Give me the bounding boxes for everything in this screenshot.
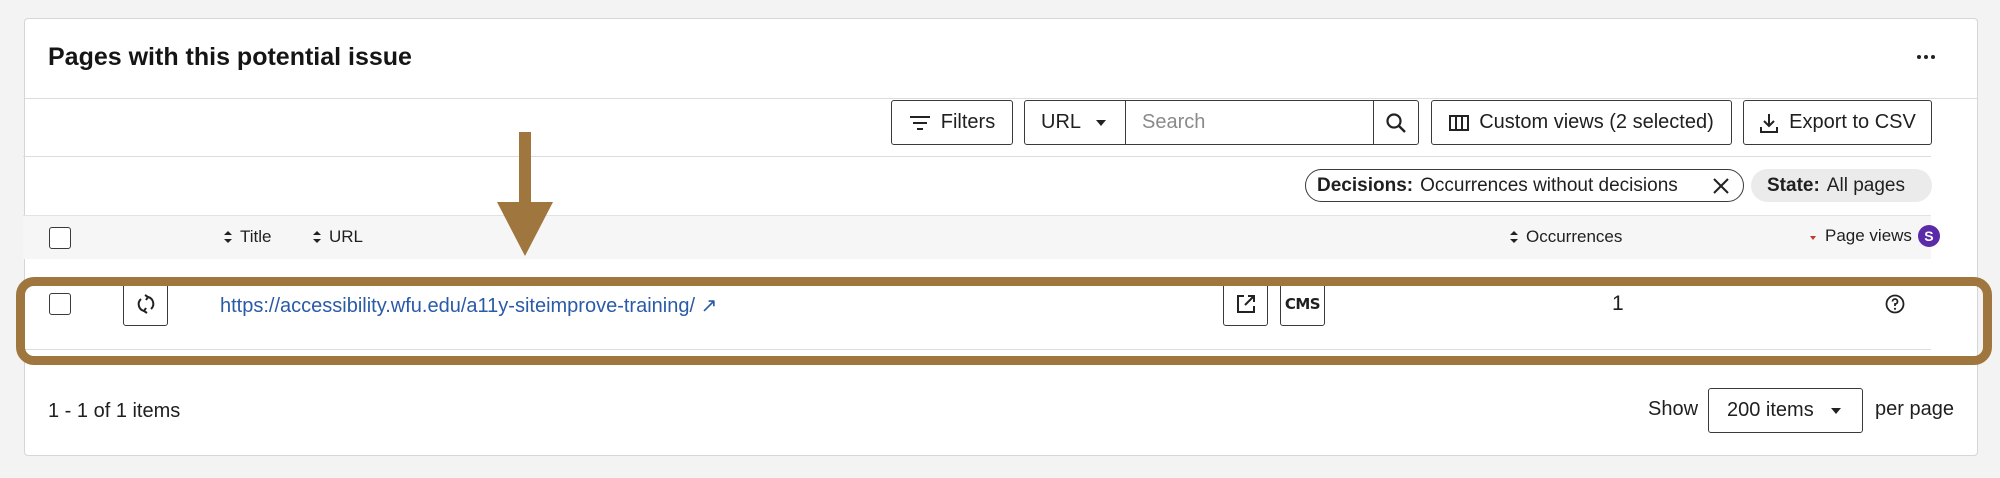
page-url-text: https://accessibility.wfu.edu/a11y-sitei… xyxy=(220,295,696,317)
page-size-value: 200 items xyxy=(1727,399,1814,421)
state-filter-chip[interactable]: State: All pages xyxy=(1751,169,1932,202)
search-button[interactable] xyxy=(1373,100,1419,145)
column-header-title[interactable]: Title xyxy=(224,227,272,247)
help-circle-icon[interactable] xyxy=(1885,294,1905,314)
download-icon xyxy=(1760,113,1779,133)
pagination-summary: 1 - 1 of 1 items xyxy=(48,400,181,422)
occurrences-value: 1 xyxy=(1612,292,1624,315)
caret-down-icon xyxy=(1096,119,1107,126)
recheck-button[interactable] xyxy=(123,281,168,326)
siteimprove-badge: S xyxy=(1917,225,1940,247)
decisions-chip-value: Occurrences without decisions xyxy=(1420,174,1678,196)
toolbar-divider xyxy=(23,156,1931,157)
sort-icon xyxy=(1510,231,1518,243)
column-header-page-views[interactable]: Page views S xyxy=(1809,225,1940,247)
column-title-label: Title xyxy=(240,227,272,246)
card-title: Pages with this potential issue xyxy=(48,43,412,71)
open-external-icon xyxy=(1236,294,1255,313)
close-icon[interactable] xyxy=(1712,177,1730,195)
table-row: https://accessibility.wfu.edu/a11y-sitei… xyxy=(23,259,1931,350)
open-page-button[interactable] xyxy=(1223,281,1268,326)
select-all-checkbox[interactable] xyxy=(49,227,71,249)
row-checkbox[interactable] xyxy=(49,293,71,315)
more-options-icon[interactable] xyxy=(1911,45,1941,69)
cms-button[interactable]: CMS xyxy=(1280,281,1325,326)
show-label: Show xyxy=(1648,398,1699,420)
sort-icon xyxy=(224,231,232,243)
arrow-down-icon xyxy=(497,132,553,256)
search-input[interactable] xyxy=(1125,100,1374,145)
page-url-link[interactable]: https://accessibility.wfu.edu/a11y-sitei… xyxy=(220,293,717,318)
caret-down-icon xyxy=(1830,407,1841,414)
sort-icon xyxy=(313,231,321,243)
custom-views-button[interactable]: Custom views (2 selected) xyxy=(1431,100,1732,145)
state-chip-key: State: xyxy=(1767,174,1820,196)
export-csv-button[interactable]: Export to CSV xyxy=(1743,100,1932,145)
external-link-icon: ↗ xyxy=(700,295,718,317)
filters-button[interactable]: Filters xyxy=(891,100,1013,145)
search-icon xyxy=(1386,112,1406,133)
per-page-label: per page xyxy=(1875,398,1954,420)
export-label: Export to CSV xyxy=(1789,111,1916,133)
columns-icon xyxy=(1449,114,1470,131)
search-field-value: URL xyxy=(1041,111,1082,133)
cms-label: CMS xyxy=(1284,294,1321,313)
decisions-filter-chip[interactable]: Decisions: Occurrences without decisions xyxy=(1305,169,1744,202)
page-size-select[interactable]: 200 items xyxy=(1708,388,1863,433)
sort-desc-icon xyxy=(1810,236,1816,240)
column-header-url[interactable]: URL xyxy=(313,227,363,247)
custom-views-label: Custom views (2 selected) xyxy=(1479,111,1714,133)
decisions-chip-key: Decisions: xyxy=(1317,174,1414,196)
column-occurrences-label: Occurrences xyxy=(1526,227,1623,246)
filter-icon xyxy=(909,115,930,130)
table-header: Title URL Occurrences Page views S xyxy=(23,215,1940,259)
column-url-label: URL xyxy=(329,227,364,246)
refresh-icon xyxy=(137,293,154,314)
search-field-select[interactable]: URL xyxy=(1024,100,1126,145)
column-page-views-label: Page views xyxy=(1825,226,1912,245)
column-header-occurrences[interactable]: Occurrences xyxy=(1510,227,1622,247)
state-chip-value: All pages xyxy=(1826,174,1905,196)
filters-label: Filters xyxy=(940,111,996,133)
card-header: Pages with this potential issue xyxy=(25,19,1977,99)
